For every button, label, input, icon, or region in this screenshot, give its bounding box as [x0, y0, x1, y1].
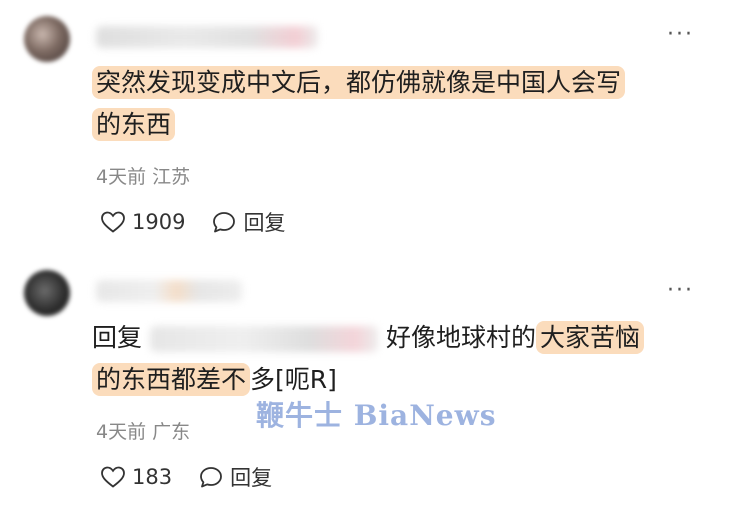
- like-button[interactable]: 183: [100, 465, 172, 489]
- watermark: 鞭牛士 BiaNews: [256, 399, 497, 432]
- reply-prefix: 回复: [92, 323, 143, 352]
- username-blurred[interactable]: [96, 26, 318, 48]
- like-button[interactable]: 1909: [100, 210, 185, 234]
- comment-text: 突然发现变成中文后，都仿佛就像是中国人会写 的东西: [92, 62, 702, 146]
- heart-icon: [101, 211, 125, 233]
- reply-button[interactable]: 回复: [211, 207, 285, 237]
- chat-bubble-icon: [213, 212, 236, 233]
- comment-meta: 4天前 江苏: [96, 166, 191, 188]
- comment-meta: 4天前 广东: [96, 421, 191, 443]
- more-icon[interactable]: ···: [667, 280, 694, 302]
- avatar[interactable]: [24, 270, 70, 316]
- reply-button[interactable]: 回复: [198, 462, 272, 492]
- avatar[interactable]: [24, 16, 70, 62]
- heart-icon: [101, 466, 125, 488]
- highlighted-text: 突然发现变成中文后，都仿佛就像是中国人会写: [92, 66, 626, 99]
- highlighted-text: 大家苦恼: [536, 321, 645, 354]
- comment-actions: 1909 回复: [100, 207, 311, 237]
- username-blurred[interactable]: [96, 280, 242, 302]
- comment-actions: 183 回复: [100, 462, 298, 492]
- text-plain: 好像地球村的: [386, 323, 537, 352]
- highlighted-text: 的东西都差不: [92, 363, 251, 396]
- replied-username-blurred[interactable]: [150, 326, 379, 352]
- more-icon[interactable]: ···: [667, 24, 694, 46]
- reply-label: 回复: [230, 466, 273, 490]
- text-tail: 多[呃R]: [250, 365, 337, 394]
- comment-text: 回复 好像地球村的 大家苦恼 的东西都差不 多[呃R]: [92, 317, 702, 401]
- like-count: 1909: [132, 210, 186, 234]
- chat-bubble-icon: [200, 467, 222, 488]
- reply-label: 回复: [243, 211, 286, 235]
- like-count: 183: [132, 465, 173, 489]
- highlighted-text: 的东西: [92, 108, 176, 141]
